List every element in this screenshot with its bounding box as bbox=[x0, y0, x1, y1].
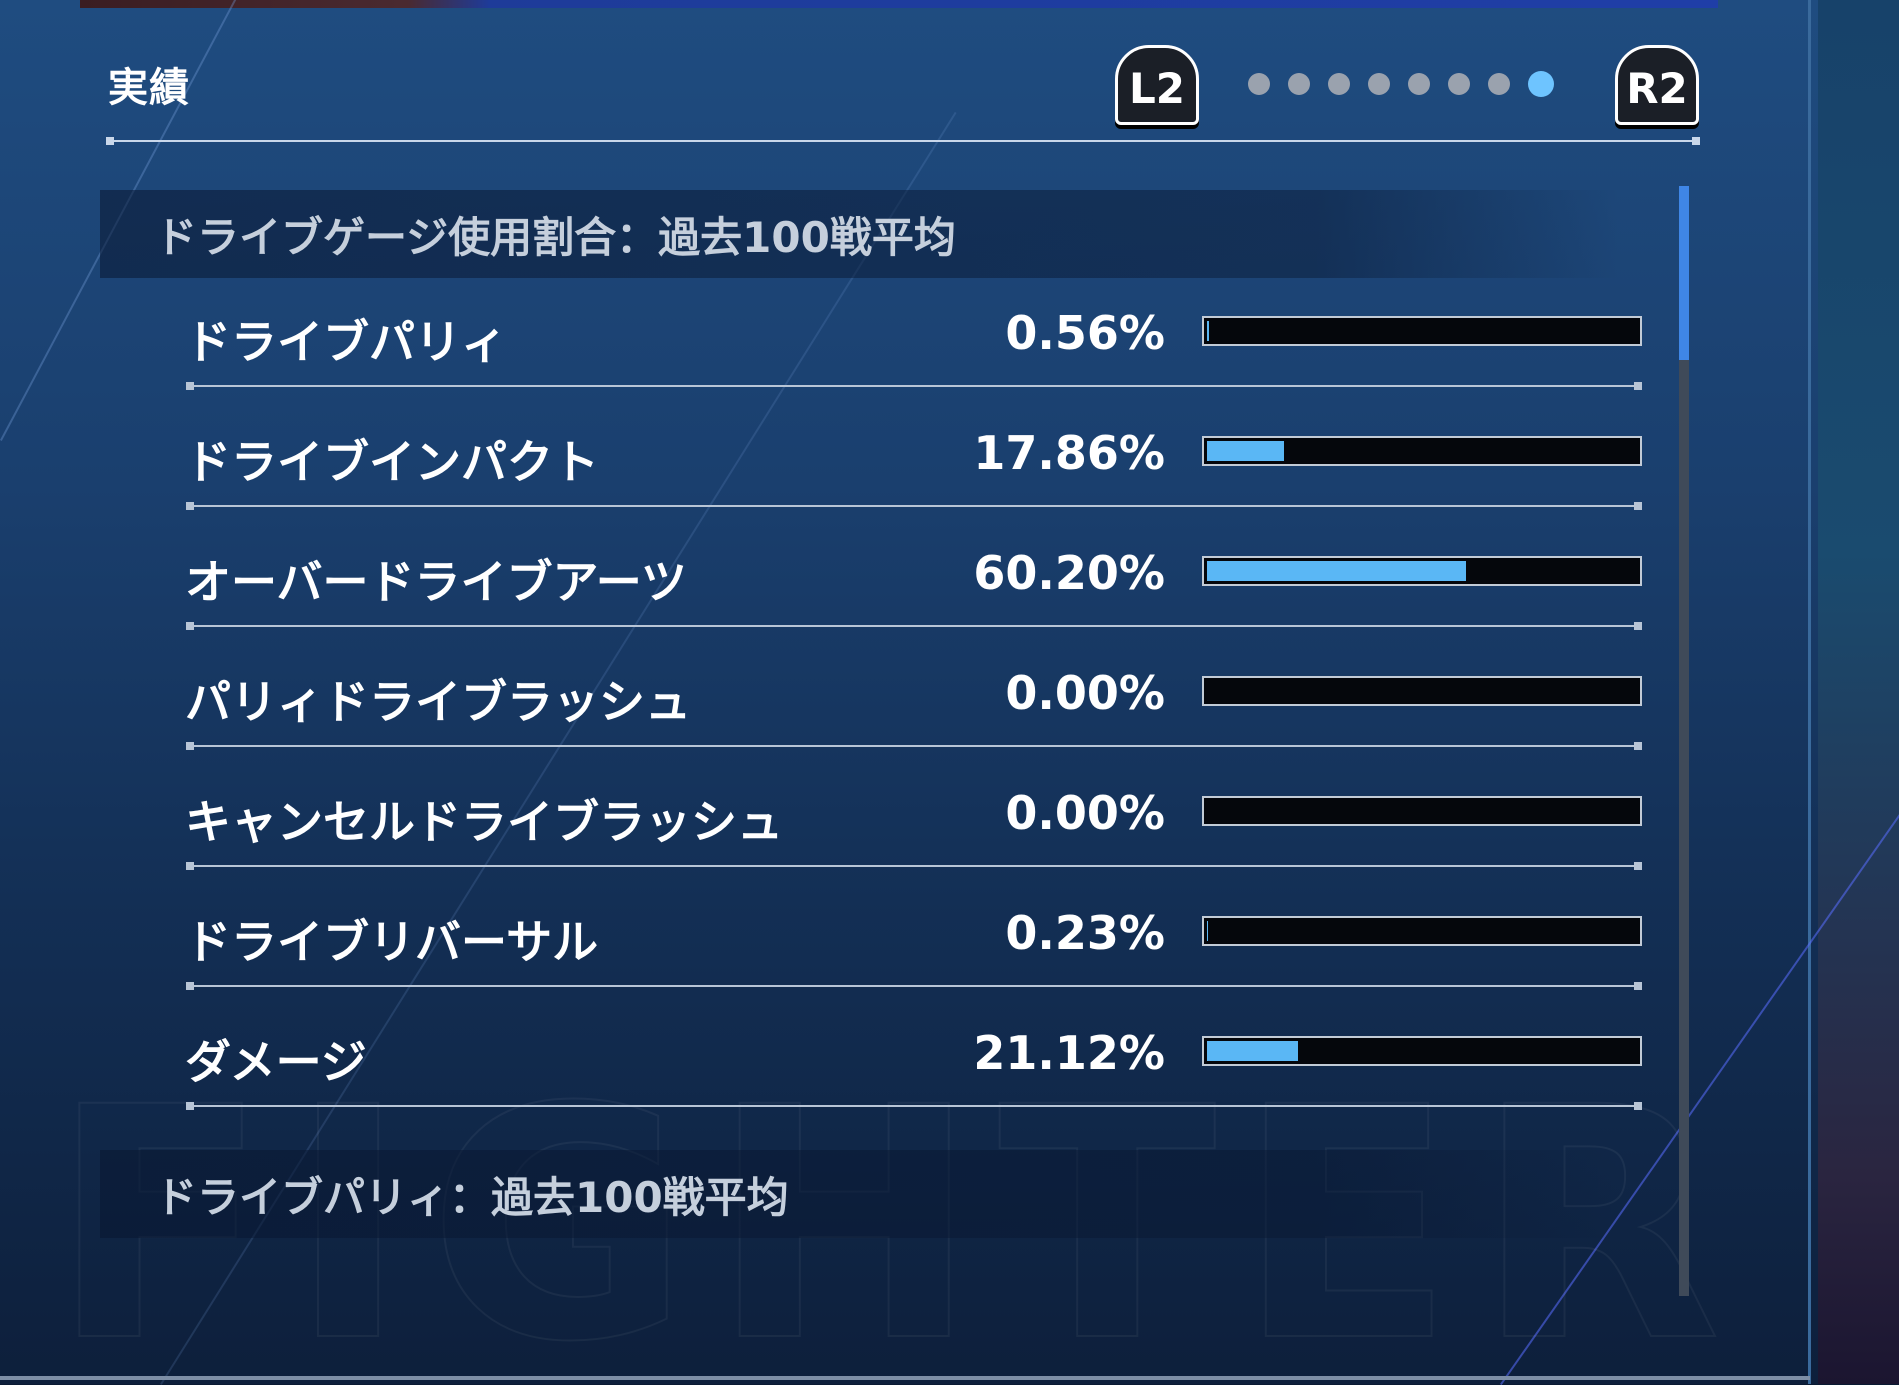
stat-progress-bar bbox=[1202, 436, 1642, 466]
section-header-drive-parry: ドライブパリィ：過去100戦平均 bbox=[100, 1150, 1620, 1238]
section-title: ドライブゲージ使用割合：過去100戦平均 bbox=[155, 212, 956, 262]
stat-label: オーバードライブアーツ bbox=[185, 555, 687, 609]
page-dot-active[interactable] bbox=[1528, 71, 1554, 97]
stat-label: ドライブパリィ bbox=[185, 315, 507, 369]
top-banner-strip bbox=[80, 0, 1718, 8]
stat-progress-bar bbox=[1202, 916, 1642, 946]
stat-progress-fill bbox=[1207, 1041, 1298, 1061]
page-dot[interactable] bbox=[1488, 73, 1510, 95]
right-side-background bbox=[1818, 0, 1899, 1384]
stat-label: ドライブインパクト bbox=[185, 435, 599, 489]
stat-progress-bar bbox=[1202, 676, 1642, 706]
stat-label: ダメージ bbox=[185, 1035, 367, 1089]
page-title: 実績 bbox=[108, 65, 190, 111]
panel-bottom-border bbox=[0, 1376, 1810, 1380]
stat-label: キャンセルドライブラッシュ bbox=[185, 795, 783, 849]
row-divider bbox=[186, 622, 1642, 630]
stat-row: ドライブリバーサル 0.23% bbox=[180, 878, 1645, 998]
stat-progress-bar bbox=[1202, 556, 1642, 586]
stat-row: ドライブインパクト 17.86% bbox=[180, 398, 1645, 518]
stat-progress-bar bbox=[1202, 1036, 1642, 1066]
stat-progress-fill bbox=[1207, 441, 1284, 461]
stat-progress-fill bbox=[1207, 321, 1209, 341]
row-divider bbox=[186, 1102, 1642, 1110]
header-divider bbox=[106, 137, 1700, 145]
section-title: ドライブパリィ：過去100戦平均 bbox=[155, 1172, 789, 1222]
stat-label: ドライブリバーサル bbox=[185, 915, 599, 969]
stat-label: パリィドライブラッシュ bbox=[185, 675, 691, 729]
stat-percent: 17.86% bbox=[973, 426, 1165, 480]
stat-row: ダメージ 21.12% bbox=[180, 998, 1645, 1118]
stat-percent: 21.12% bbox=[973, 1026, 1165, 1080]
row-divider bbox=[186, 742, 1642, 750]
page-dot[interactable] bbox=[1408, 73, 1430, 95]
page-dot[interactable] bbox=[1248, 73, 1270, 95]
row-divider bbox=[186, 982, 1642, 990]
stat-percent: 0.23% bbox=[1005, 906, 1165, 960]
r2-button-icon[interactable]: R2 bbox=[1615, 45, 1699, 125]
page-indicator bbox=[1248, 71, 1554, 97]
stat-percent: 0.56% bbox=[1005, 306, 1165, 360]
stat-percent: 0.00% bbox=[1005, 786, 1165, 840]
stat-progress-bar bbox=[1202, 316, 1642, 346]
stat-row: オーバードライブアーツ 60.20% bbox=[180, 518, 1645, 638]
page-dot[interactable] bbox=[1448, 73, 1470, 95]
stat-progress-fill bbox=[1207, 561, 1466, 581]
row-divider bbox=[186, 382, 1642, 390]
stat-progress-fill bbox=[1207, 921, 1208, 941]
stat-percent: 0.00% bbox=[1005, 666, 1165, 720]
stat-row: ドライブパリィ 0.56% bbox=[180, 278, 1645, 398]
stat-percent: 60.20% bbox=[973, 546, 1165, 600]
section-header-drive-gauge-usage: ドライブゲージ使用割合：過去100戦平均 bbox=[100, 190, 1620, 278]
stat-progress-bar bbox=[1202, 796, 1642, 826]
r2-button-label: R2 bbox=[1626, 63, 1688, 113]
stat-row: キャンセルドライブラッシュ 0.00% bbox=[180, 758, 1645, 878]
l2-button-icon[interactable]: L2 bbox=[1115, 45, 1199, 125]
page-dot[interactable] bbox=[1368, 73, 1390, 95]
panel-right-border bbox=[1808, 0, 1811, 1384]
page-dot[interactable] bbox=[1288, 73, 1310, 95]
stat-row: パリィドライブラッシュ 0.00% bbox=[180, 638, 1645, 758]
row-divider bbox=[186, 502, 1642, 510]
row-divider bbox=[186, 862, 1642, 870]
scrollbar-thumb[interactable] bbox=[1679, 186, 1689, 360]
l2-button-label: L2 bbox=[1129, 63, 1185, 113]
page-dot[interactable] bbox=[1328, 73, 1350, 95]
